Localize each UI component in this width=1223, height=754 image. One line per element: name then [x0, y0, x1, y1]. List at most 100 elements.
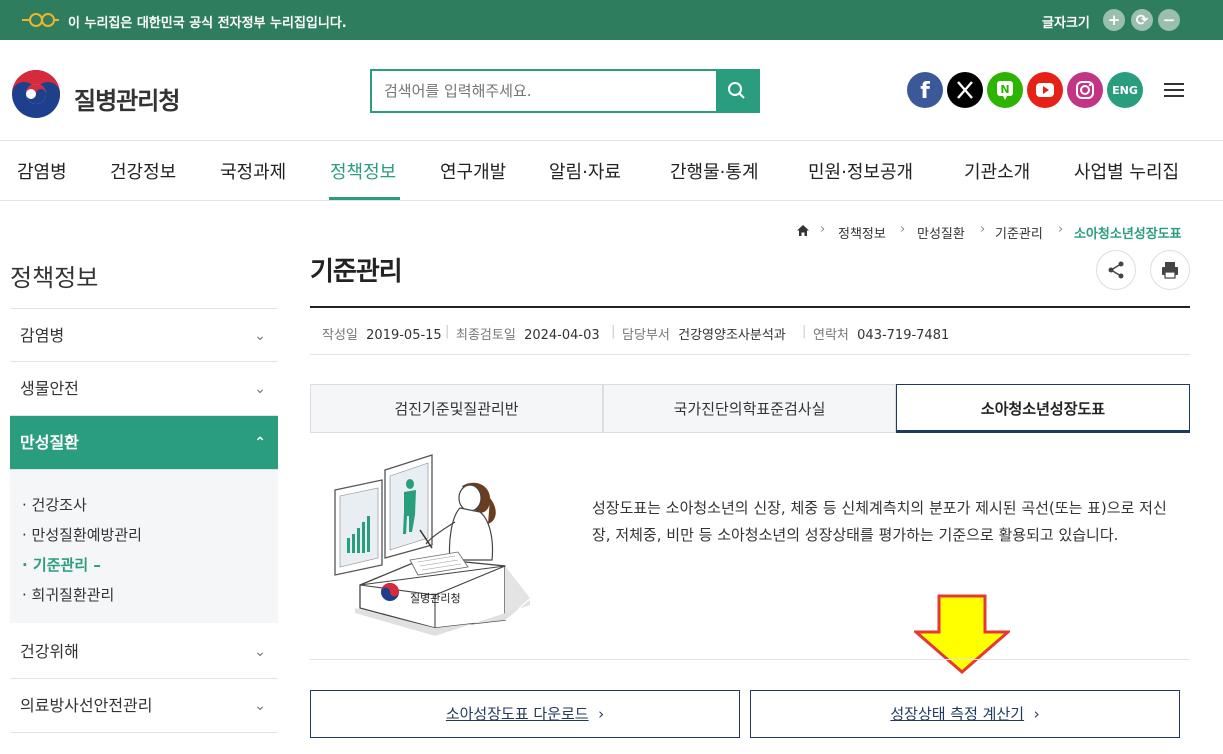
font-size-label: 글자크기: [1042, 16, 1090, 31]
chevron-down-icon: ⌄: [254, 698, 266, 714]
gnb-item-civil-service[interactable]: 민원·정보공개: [808, 158, 913, 184]
illustration-label: 질병관리청: [410, 592, 461, 605]
submenu-item-chronic-prevention[interactable]: · 만성질환예방관리: [22, 524, 142, 545]
youtube-icon: [1036, 83, 1054, 97]
button-label: 성장상태 측정 계산기: [890, 705, 1025, 723]
gov-notice-bar: 이 누리집은 대한민국 공식 전자정부 누리집입니다. 글자크기 + ⟳ −: [0, 0, 1223, 40]
main-navigation: 감염병 건강정보 국정과제 정책정보 연구개발 알림·자료 간행물·통계 민원·…: [0, 141, 1223, 201]
x-logo-icon: [957, 81, 973, 99]
facebook-button[interactable]: f: [907, 72, 943, 108]
site-logo-text[interactable]: 질병관리청: [74, 81, 180, 116]
meta-reviewed: 최종검토일 2024-04-03: [456, 328, 600, 343]
svg-text:f: f: [920, 79, 930, 104]
font-increase-button[interactable]: +: [1103, 9, 1125, 31]
kdca-logo-icon[interactable]: [11, 69, 61, 119]
page-title: 기준관리: [310, 257, 403, 287]
naver-blog-icon: N: [997, 81, 1013, 100]
active-dash-icon: –: [93, 556, 101, 574]
gnb-item-publications[interactable]: 간행물·통계: [670, 158, 759, 184]
font-decrease-button[interactable]: −: [1158, 9, 1180, 31]
content-divider: [310, 659, 1190, 660]
breadcrumb-separator-icon: ›: [900, 222, 906, 237]
gnb-active-indicator: [329, 197, 400, 200]
search-icon: [728, 82, 745, 99]
sidebar-item-health-hazards[interactable]: 건강위해 ⌄: [10, 625, 278, 679]
chevron-right-icon: ›: [598, 705, 605, 723]
meta-department: 담당부서 건강영양조사분석과: [622, 328, 786, 343]
breadcrumb-current: 소아청소년성장도표: [1074, 227, 1182, 242]
search-button[interactable]: [716, 71, 758, 111]
gov-emblem-icon: [22, 13, 59, 27]
search-box: [370, 69, 760, 113]
chevron-down-icon: ⌄: [254, 644, 266, 660]
gnb-item-research[interactable]: 연구개발: [440, 158, 506, 184]
search-input[interactable]: [372, 71, 716, 111]
meta-created: 작성일 2019-05-15: [322, 328, 442, 343]
growth-chart-description: 성장도표는 소아청소년의 신장, 체중 등 신체계측치의 분포가 제시된 곡선(…: [592, 499, 1167, 544]
sidebar-item-radiation-safety[interactable]: 의료방사선안전관리 ⌄: [10, 679, 278, 733]
tab-diagnostic-lab[interactable]: 국가진단의학표준검사실: [603, 384, 896, 433]
annotation-arrow-icon: [914, 594, 1010, 674]
sidebar-item-label: 의료방사선안전관리: [20, 696, 153, 715]
tab-growth-chart[interactable]: 소아청소년성장도표: [896, 384, 1190, 433]
submenu-item-rare-disease[interactable]: · 희귀질환관리: [22, 584, 114, 605]
breadcrumb-separator-icon: ›: [820, 222, 826, 237]
breadcrumb-separator-icon: ›: [980, 222, 986, 237]
chevron-down-icon: ⌄: [254, 381, 266, 397]
growth-chart-download-button[interactable]: 소아성장도표 다운로드 ›: [310, 690, 740, 738]
sidebar-submenu: · 건강조사 · 만성질환예방관리 · 기준관리 – · 희귀질환관리: [10, 470, 278, 623]
home-icon[interactable]: [796, 224, 810, 237]
chevron-up-icon: ⌃: [254, 435, 266, 451]
svg-text:N: N: [1000, 83, 1009, 96]
sidebar-item-label: 만성질환: [20, 433, 79, 452]
meta-divider: |: [445, 324, 450, 339]
submenu-item-label: 건강조사: [31, 496, 87, 514]
growth-calculator-button[interactable]: 성장상태 측정 계산기 ›: [750, 690, 1180, 738]
sidebar-item-biosafety[interactable]: 생물안전 ⌄: [10, 362, 278, 416]
sidebar-item-label: 건강위해: [20, 642, 79, 661]
title-divider: [310, 306, 1190, 308]
sidebar-title: 정책정보: [10, 264, 99, 292]
gnb-item-health-info[interactable]: 건강정보: [110, 158, 176, 184]
gnb-item-about[interactable]: 기관소개: [964, 158, 1030, 184]
submenu-item-label: 희귀질환관리: [31, 586, 115, 604]
english-site-icon: ENG: [1112, 84, 1138, 97]
gov-notice-text: 이 누리집은 대한민국 공식 전자정부 누리집입니다.: [68, 16, 347, 31]
print-button[interactable]: [1150, 250, 1190, 290]
tab-health-exam-standards[interactable]: 검진기준및질관리반: [310, 384, 603, 433]
submenu-item-label: 만성질환예방관리: [31, 526, 142, 544]
share-button[interactable]: [1096, 250, 1136, 290]
sidebar-item-infectious-disease[interactable]: 감염병 ⌄: [10, 308, 278, 362]
instagram-icon: [1076, 81, 1094, 99]
facebook-icon: f: [920, 79, 930, 104]
chevron-down-icon: ⌄: [254, 328, 266, 344]
submenu-item-health-survey[interactable]: · 건강조사: [22, 494, 87, 515]
print-icon: [1162, 262, 1178, 279]
instagram-button[interactable]: [1067, 72, 1103, 108]
breadcrumb-item[interactable]: 만성질환: [917, 223, 965, 242]
gnb-item-policy-info[interactable]: 정책정보: [330, 158, 396, 184]
font-reset-button[interactable]: ⟳: [1131, 9, 1153, 31]
sidebar-item-chronic-disease[interactable]: 만성질환 ⌃: [10, 416, 278, 470]
naver-blog-button[interactable]: N: [987, 72, 1023, 108]
chevron-right-icon: ›: [1033, 705, 1040, 723]
svg-text:ENG: ENG: [1112, 84, 1138, 97]
meta-divider: |: [611, 324, 616, 339]
submenu-item-standards[interactable]: · 기준관리 –: [22, 554, 101, 575]
english-site-button[interactable]: ENG: [1107, 72, 1143, 108]
meta-divider: |: [802, 324, 807, 339]
breadcrumb-item[interactable]: 정책정보: [838, 223, 886, 242]
gnb-item-notices[interactable]: 알림·자료: [549, 158, 621, 184]
submenu-item-label: 기준관리: [32, 556, 89, 574]
breadcrumb-item[interactable]: 기준관리: [995, 223, 1043, 242]
share-icon: [1108, 261, 1124, 279]
sidebar-item-label: 생물안전: [20, 379, 79, 398]
youtube-button[interactable]: [1027, 72, 1063, 108]
gnb-item-national-tasks[interactable]: 국정과제: [220, 158, 286, 184]
x-button[interactable]: [947, 72, 983, 108]
gnb-item-infectious-disease[interactable]: 감염병: [17, 158, 67, 184]
breadcrumb-separator-icon: ›: [1058, 222, 1064, 237]
site-header: 질병관리청 f N ENG: [0, 40, 1223, 141]
gnb-item-business-sites[interactable]: 사업별 누리집: [1074, 158, 1179, 184]
hamburger-menu-icon[interactable]: [1162, 80, 1186, 100]
